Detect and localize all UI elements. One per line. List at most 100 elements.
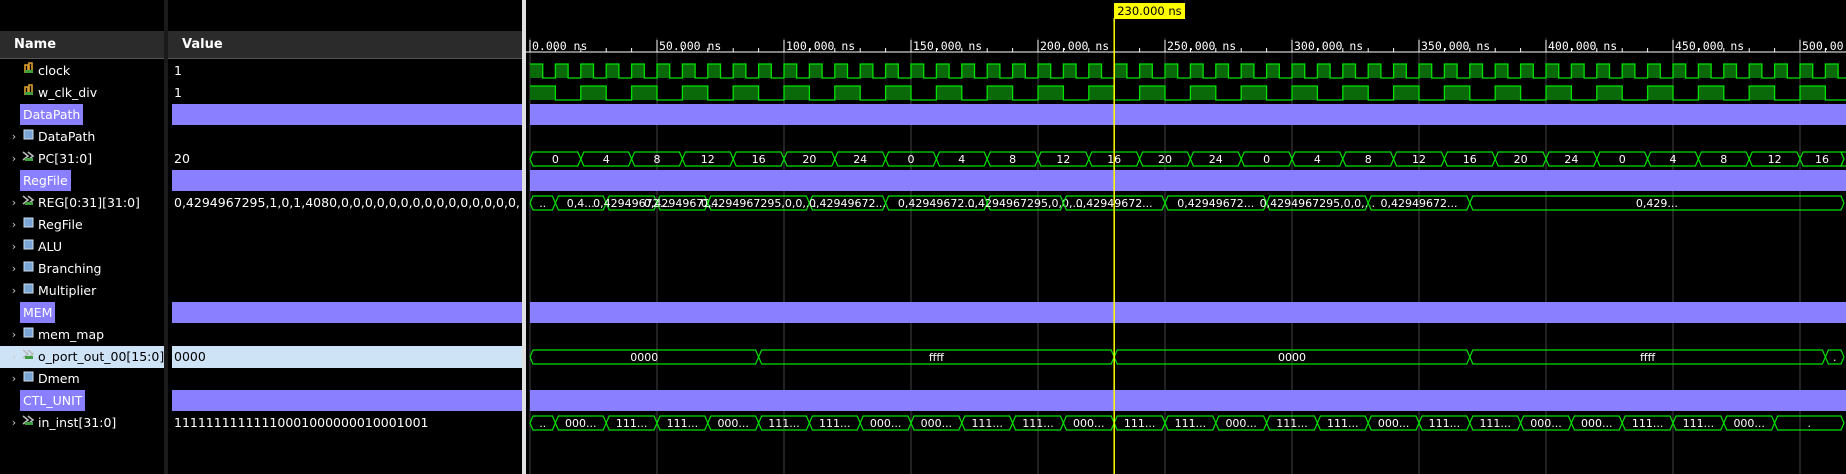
clock-high-pulse xyxy=(1368,64,1381,78)
group-divider-label[interactable]: CTL_UNIT xyxy=(20,390,86,411)
time-tick-label: 50.000 ns xyxy=(659,39,721,53)
bus-value-label: 000... xyxy=(870,417,902,430)
bus-value-label: 0,4... xyxy=(567,197,595,210)
bus-value-label: 20 xyxy=(1514,153,1528,166)
group-divider-label[interactable]: MEM xyxy=(20,302,56,323)
signal-row[interactable]: CTL_UNIT xyxy=(0,390,165,412)
module-icon xyxy=(21,368,35,390)
bus-value-label: 0,4294967295,0,0,... xyxy=(1260,197,1375,210)
bus-value-label: 111... xyxy=(667,417,699,430)
cursor-time-label[interactable]: 230.000 ns xyxy=(1114,3,1185,19)
clock-high-pulse xyxy=(1825,64,1839,78)
bus-value-label: 0 xyxy=(1263,153,1270,166)
signal-row[interactable]: › Multiplier xyxy=(0,280,165,302)
clock-high-pulse xyxy=(1495,64,1508,78)
bus-value-label: 0 xyxy=(1619,153,1626,166)
signal-row[interactable]: › DataPath xyxy=(0,126,165,148)
expand-chevron-icon[interactable]: › xyxy=(9,346,19,368)
bus-value-label: 4 xyxy=(1670,153,1677,166)
bus-value-label: 0 xyxy=(908,153,915,166)
signal-name: clock xyxy=(38,63,71,78)
expand-chevron-icon[interactable]: › xyxy=(9,236,19,258)
signal-name: ALU xyxy=(38,239,63,254)
clock-high-pulse xyxy=(1673,64,1686,78)
clock-high-pulse xyxy=(784,64,797,78)
signal-value: 0000 xyxy=(174,349,206,364)
bus-value-label: 111... xyxy=(1327,417,1359,430)
clock-high-pulse xyxy=(1063,64,1077,78)
clock-high-pulse xyxy=(707,64,721,78)
signal-row[interactable]: › Branching xyxy=(0,258,165,280)
waveform-canvas[interactable]: 0.000 ns 50.000 ns 100.000 ns 150.000 ns 20 0… xyxy=(526,0,1846,474)
bus-value-label: 000... xyxy=(1225,417,1257,430)
clkdiv-high-pulse xyxy=(580,86,607,100)
signal-row[interactable]: › in_inst[31:0] xyxy=(0,412,165,434)
expand-chevron-icon[interactable]: › xyxy=(9,368,19,390)
clkdiv-high-pulse xyxy=(1444,86,1470,100)
expand-chevron-icon[interactable]: › xyxy=(9,126,19,148)
signal-row[interactable]: › PC[31:0] xyxy=(0,148,165,170)
value-column-header[interactable]: Value xyxy=(168,31,522,59)
expand-chevron-icon[interactable]: › xyxy=(9,412,19,434)
clock-high-pulse xyxy=(682,64,696,78)
bus-value-label: 000... xyxy=(921,417,953,430)
group-wave-bar xyxy=(530,170,1846,191)
clock-high-pulse xyxy=(1622,64,1635,78)
group-divider-label[interactable]: RegFile xyxy=(20,170,71,191)
clock-high-pulse xyxy=(1241,64,1254,78)
signal-row[interactable]: w_clk_div xyxy=(0,82,165,104)
signal-row[interactable]: › REG[0:31][31:0] xyxy=(0,192,165,214)
expand-chevron-icon[interactable]: › xyxy=(9,258,19,280)
group-value-bar xyxy=(172,104,522,125)
signal-row[interactable]: › mem_map xyxy=(0,324,165,346)
expand-chevron-icon[interactable]: › xyxy=(9,324,19,346)
signal-row[interactable]: clock xyxy=(0,60,165,82)
time-tick-label: 0.000 ns xyxy=(532,39,587,53)
signal-row[interactable]: DataPath xyxy=(0,104,165,126)
bus-signal-icon xyxy=(21,346,35,368)
clock-high-pulse xyxy=(1774,64,1788,78)
clock-high-pulse xyxy=(1317,64,1331,78)
clkdiv-high-pulse xyxy=(1698,86,1724,100)
bus-value-label: 0,42949672... xyxy=(809,197,886,210)
clock-high-pulse xyxy=(1469,64,1483,78)
time-tick-label: 400.000 ns xyxy=(1548,39,1617,53)
value-row: 20 xyxy=(168,148,522,170)
value-row: 1 xyxy=(168,60,522,82)
signal-row[interactable]: RegFile xyxy=(0,170,165,192)
signal-name: DataPath xyxy=(38,129,96,144)
clkdiv-high-pulse xyxy=(1190,86,1216,100)
bus-value-label: 0000 xyxy=(630,351,658,364)
signal-row[interactable]: › Dmem xyxy=(0,368,165,390)
signal-row[interactable]: MEM xyxy=(0,302,165,324)
expand-chevron-icon[interactable]: › xyxy=(9,192,19,214)
signal-row[interactable]: › o_port_out_00[15:0] xyxy=(0,346,165,368)
time-tick-label: 450.000 ns xyxy=(1675,39,1744,53)
module-icon xyxy=(21,236,35,258)
bus-value-label: 0,4294967295,0,0,... xyxy=(701,197,816,210)
clkdiv-high-pulse xyxy=(987,86,1013,100)
group-wave-bar xyxy=(530,390,1846,411)
bus-value-label: 0,42949672... xyxy=(898,197,975,210)
expand-chevron-icon[interactable]: › xyxy=(9,214,19,236)
clkdiv-high-pulse xyxy=(1495,86,1521,100)
name-column-header[interactable]: Name xyxy=(0,31,165,59)
bus-value-label: 24 xyxy=(1564,153,1578,166)
bus-value-label: 111... xyxy=(768,417,800,430)
expand-chevron-icon[interactable]: › xyxy=(9,280,19,302)
clock-high-pulse xyxy=(1393,64,1407,78)
signal-name: Dmem xyxy=(38,371,80,386)
signal-row[interactable]: › RegFile xyxy=(0,214,165,236)
group-divider-label[interactable]: DataPath xyxy=(20,104,84,125)
clock-high-pulse xyxy=(1139,64,1153,78)
bus-value-label: 4 xyxy=(1314,153,1321,166)
bus-value-label: 111... xyxy=(1022,417,1054,430)
waveform-panel[interactable]: 0.000 ns 50.000 ns 100.000 ns 150.000 ns 20 0… xyxy=(526,0,1846,474)
time-tick-label: 150.000 ns xyxy=(913,39,982,53)
expand-chevron-icon[interactable]: › xyxy=(9,148,19,170)
time-tick-label: 100.000 ns xyxy=(786,39,855,53)
bus-value-label: 0,42949672... xyxy=(1381,197,1458,210)
signal-row[interactable]: › ALU xyxy=(0,236,165,258)
bus-value-label: 20 xyxy=(1158,153,1172,166)
bit-signal-icon xyxy=(21,82,35,104)
